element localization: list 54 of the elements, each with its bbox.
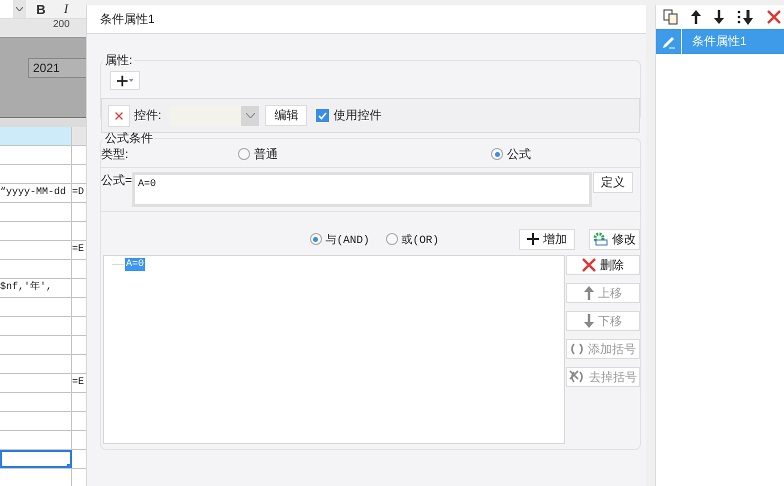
remove-button[interactable] [108,104,130,126]
radio-label: 公式 [507,146,531,162]
add-dropdown-button[interactable] [110,71,140,90]
radio-label: 或(OR) [402,233,439,246]
radio-button[interactable] [491,148,503,160]
copy-icon[interactable] [663,9,678,25]
cross-icon [582,258,596,272]
checkmark-icon [318,112,328,120]
table-cell[interactable]: =E [72,241,86,259]
arrow-up-icon [584,286,594,300]
field-label: 类型: [101,146,130,162]
delete-button[interactable]: 删除 [566,255,640,275]
table-cell[interactable] [0,450,72,468]
modify-button[interactable]: 修改 [589,228,640,250]
formula-field[interactable]: A=0 [132,172,592,207]
close-icon[interactable] [767,10,781,24]
table-cell[interactable]: $nf,'年', [0,279,72,297]
arrow-down-icon [584,314,594,328]
radio-button[interactable] [386,233,398,245]
radio-label: 与(AND) [326,233,370,246]
pencil-icon [662,34,676,48]
section-label: 公式条件 [104,130,154,147]
plus-icon [117,74,128,86]
caret-down-icon [246,113,255,118]
dotted-down-arrow-icon[interactable] [737,10,754,24]
caret-down-icon [128,79,133,82]
table-cell[interactable]: “yyyy-MM-dd [0,184,72,202]
section-label: 属性: [104,52,134,69]
italic-button[interactable]: I [56,1,76,17]
control-dropdown[interactable] [169,106,260,126]
add-button[interactable]: 增加 [519,228,575,250]
arrow-down-icon[interactable] [714,10,724,24]
ruler-label: 200 [53,19,70,30]
plus-icon [527,233,539,245]
crossed-parentheses-icon [569,370,585,384]
table-cell[interactable]: =D [72,184,86,202]
checkbox[interactable] [316,109,330,122]
radio-button[interactable] [310,233,322,245]
gear-icon [593,232,608,246]
parentheses-icon [570,343,584,355]
field-label: 控件: [134,107,162,124]
arrow-up-icon[interactable] [691,10,701,24]
edit-button[interactable]: 编辑 [265,105,308,126]
bold-button[interactable]: B [31,2,51,16]
field-label: 公式= [101,172,132,189]
radio-button[interactable] [238,148,250,160]
table-cell[interactable]: =E [72,374,86,392]
font-dropdown[interactable] [0,0,26,18]
dialog-title: 条件属性1 [100,10,155,28]
define-button[interactable]: 定义 [593,172,633,193]
year-field[interactable]: 2021 [28,58,86,78]
caret-down-icon [16,7,23,11]
radio-label: 普通 [254,146,278,162]
checkbox-label: 使用控件 [333,107,382,124]
